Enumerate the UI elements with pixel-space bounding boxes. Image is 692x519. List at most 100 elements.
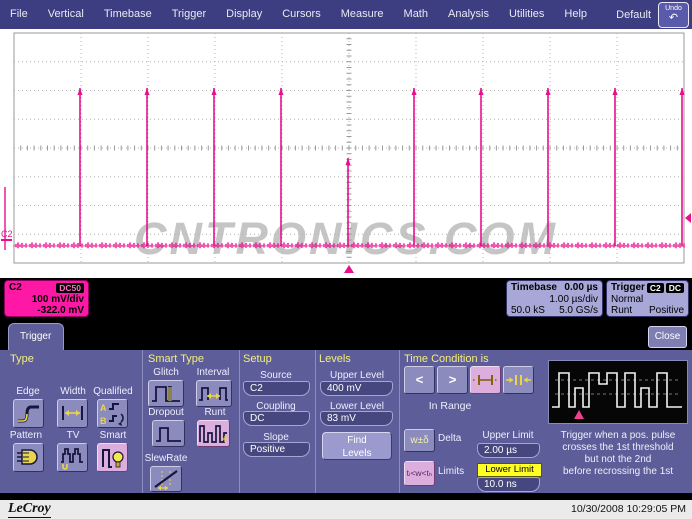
- menu-file[interactable]: File: [0, 0, 38, 29]
- type-edge-button[interactable]: [13, 399, 44, 428]
- in-range-icon: [471, 367, 500, 393]
- glitch-icon: [149, 381, 183, 406]
- menu-analysis[interactable]: Analysis: [438, 0, 499, 29]
- type-smart-label: Smart: [88, 430, 138, 441]
- trigger-source-badge: C2: [647, 283, 664, 293]
- interval-icon: [197, 381, 231, 406]
- menu-measure[interactable]: Measure: [331, 0, 394, 29]
- in-range-button[interactable]: [470, 366, 501, 394]
- out-of-range-icon: [504, 367, 533, 393]
- dropout-icon: [153, 421, 184, 446]
- trigger-description-line: but not the 2nd: [544, 454, 692, 465]
- tab-trigger[interactable]: Trigger: [8, 323, 64, 350]
- smart-dropout-button[interactable]: [152, 420, 185, 447]
- section-divider: [315, 350, 316, 493]
- type-qualified-button[interactable]: A B: [97, 399, 128, 428]
- upper-level-label: Upper Level: [318, 370, 396, 381]
- delta-button[interactable]: w±δ: [404, 429, 435, 452]
- source-label: Source: [242, 370, 310, 381]
- scope-graticule-and-trace: C2: [0, 29, 692, 278]
- coupling-badge: DC50: [56, 283, 84, 293]
- levels-section-title: Levels: [319, 353, 351, 365]
- upper-level-field[interactable]: 400 mV: [320, 381, 393, 396]
- menu-bar: File Vertical Timebase Trigger Display C…: [0, 0, 692, 29]
- smart-slewrate-button[interactable]: [150, 466, 182, 492]
- smart-interval-button[interactable]: [196, 380, 232, 407]
- status-bar: LeCroy 10/30/2008 10:29:05 PM: [0, 500, 692, 519]
- greater-than-button[interactable]: >: [437, 366, 468, 394]
- smart-interval-label: Interval: [190, 367, 236, 378]
- runt-trigger-diagram: [548, 360, 688, 424]
- timebase-descriptor[interactable]: Timebase 0.00 µs 1.00 µs/div 50.0 kS 5.0…: [506, 280, 603, 317]
- channel-c2-descriptor[interactable]: C2 DC50 100 mV/div -322.0 mV: [4, 280, 89, 317]
- find-levels-button[interactable]: Find Levels: [322, 432, 392, 460]
- menu-cursors[interactable]: Cursors: [272, 0, 331, 29]
- dialog-tab-strip: [0, 322, 692, 350]
- runt-waveform-icon: [549, 361, 687, 423]
- menu-timebase[interactable]: Timebase: [94, 0, 162, 29]
- channel-scale: 100 mV/div: [9, 294, 84, 306]
- svg-text:C2: C2: [1, 229, 13, 239]
- lower-level-field[interactable]: 83 mV: [320, 411, 393, 426]
- upper-limit-label: Upper Limit: [476, 430, 540, 441]
- timebase-delay: 0.00 µs: [564, 282, 598, 294]
- menu-display[interactable]: Display: [216, 0, 272, 29]
- timebase-scale: 1.00 µs/div: [511, 294, 598, 306]
- coupling-field[interactable]: DC: [243, 411, 310, 426]
- menu-math[interactable]: Math: [394, 0, 438, 29]
- pattern-icon: [14, 444, 43, 471]
- type-edge-label: Edge: [8, 386, 48, 397]
- limits-label: Limits: [438, 466, 478, 477]
- runt-icon: [198, 421, 229, 446]
- trigger-mode: Normal: [611, 294, 643, 306]
- trigger-title: Trigger: [611, 282, 645, 294]
- type-width-button[interactable]: [57, 399, 88, 428]
- channel-offset: -322.0 mV: [9, 305, 84, 317]
- channel-name: C2: [9, 282, 22, 294]
- find-levels-label: Find Levels: [336, 434, 378, 460]
- section-divider: [239, 350, 240, 493]
- menu-utilities[interactable]: Utilities: [499, 0, 554, 29]
- undo-button[interactable]: Undo ↶: [658, 2, 689, 28]
- smart-dropout-label: Dropout: [143, 407, 189, 418]
- trigger-descriptor[interactable]: Trigger C2 DC Normal Runt Positive: [606, 280, 689, 317]
- type-pattern-button[interactable]: [13, 443, 44, 472]
- smart-slewrate-label: SlewRate: [140, 453, 192, 464]
- timebase-title: Timebase: [511, 282, 557, 294]
- type-tv-button[interactable]: [57, 443, 88, 472]
- menu-vertical[interactable]: Vertical: [38, 0, 94, 29]
- datetime-label: 10/30/2008 10:29:05 PM: [571, 503, 686, 515]
- limits-button[interactable]: tₗ<w<tₕ: [404, 461, 435, 486]
- lower-limit-field[interactable]: 10.0 ns: [477, 477, 540, 492]
- smart-glitch-button[interactable]: [148, 380, 184, 407]
- smart-runt-label: Runt: [196, 407, 234, 418]
- timebase-rate: 5.0 GS/s: [559, 305, 598, 317]
- qualified-icon: A B: [98, 400, 127, 427]
- timebase-samples: 50.0 kS: [511, 305, 545, 317]
- type-qualified-label: Qualified: [88, 386, 138, 397]
- smart-glitch-label: Glitch: [146, 367, 186, 378]
- default-label: Default: [616, 9, 651, 21]
- upper-limit-field[interactable]: 2.00 µs: [477, 443, 540, 458]
- undo-arrow-icon: ↶: [669, 13, 678, 24]
- tv-icon: [58, 444, 87, 471]
- menu-trigger[interactable]: Trigger: [162, 0, 216, 29]
- lower-limit-label: Lower Limit: [477, 463, 542, 477]
- lecroy-logo: LeCroy: [8, 501, 51, 518]
- dialog-bottom-edge: [0, 493, 692, 500]
- section-divider: [399, 350, 400, 493]
- setup-section-title: Setup: [243, 353, 272, 365]
- menu-help[interactable]: Help: [554, 0, 597, 29]
- out-of-range-button[interactable]: [503, 366, 534, 394]
- type-smart-button[interactable]: [97, 443, 128, 472]
- close-button[interactable]: Close: [648, 326, 687, 348]
- width-icon: [58, 400, 87, 427]
- less-than-button[interactable]: <: [404, 366, 435, 394]
- smart-type-section-title: Smart Type: [148, 353, 204, 365]
- smart-runt-button[interactable]: [197, 420, 230, 447]
- slope-field[interactable]: Positive: [243, 442, 310, 457]
- source-field[interactable]: C2: [243, 381, 310, 396]
- trigger-description-line: crosses the 1st threshold: [544, 442, 692, 453]
- slewrate-icon: [151, 467, 181, 491]
- waveform-display[interactable]: CNTRONICS.COM C2: [0, 29, 692, 278]
